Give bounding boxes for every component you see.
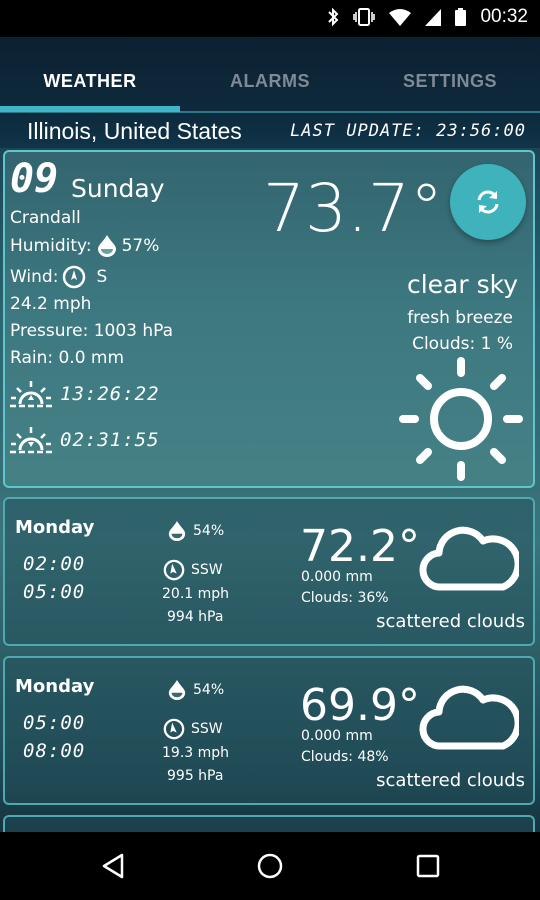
forecast-day: Monday	[15, 676, 95, 697]
humidity-label: Humidity:	[10, 236, 92, 256]
location-label: Illinois, United States	[27, 118, 242, 144]
forecast-rain: 0.000 mm	[301, 728, 373, 744]
tab-settings[interactable]: SETTINGS	[360, 37, 540, 115]
forecast-pressure: 994 hPa	[167, 609, 224, 625]
last-update: LAST UPDATE: 23:56:00	[290, 121, 526, 141]
wifi-icon	[389, 8, 412, 26]
forecast-clouds: Clouds: 48%	[301, 749, 389, 765]
bluetooth-icon	[328, 7, 339, 27]
sunset-time: 02:31:55	[60, 429, 160, 451]
drop-icon	[168, 521, 186, 541]
cloud-icon	[419, 685, 519, 750]
drop-icon	[97, 235, 116, 257]
forecast-card[interactable]: Monday 05:00 08:00 54% SSW 19.3 mph 995 …	[3, 656, 535, 805]
location-bar: Illinois, United States LAST UPDATE: 23:…	[0, 115, 540, 148]
forecast-day: Monday	[15, 517, 95, 538]
sun-icon	[399, 357, 523, 481]
wind-direction-icon	[163, 559, 185, 581]
drop-icon	[168, 680, 186, 700]
sunset-row: 02:31:55	[8, 424, 160, 456]
forecast-time-to: 05:00	[23, 581, 86, 603]
forecast-humidity: 54%	[167, 678, 224, 702]
forecast-humidity-value: 54%	[193, 682, 225, 698]
forecast-time-to: 08:00	[23, 740, 86, 762]
refresh-icon	[477, 190, 499, 214]
sunrise-time: 13:26:22	[60, 383, 160, 405]
weather-description: clear sky	[406, 270, 518, 299]
forecast-time-from: 05:00	[23, 712, 86, 734]
wind-direction-icon	[163, 718, 185, 740]
humidity-value: 57%	[121, 236, 160, 256]
refresh-button[interactable]	[450, 164, 526, 240]
forecast-wind-speed: 20.1 mph	[162, 586, 230, 602]
signal-icon	[425, 8, 442, 26]
wind-row: Wind: S	[10, 265, 107, 289]
wind-speed: 24.2 mph	[10, 294, 92, 314]
cloud-coverage: Clouds: 1 %	[412, 334, 513, 354]
wind-description: fresh breeze	[407, 308, 513, 328]
forecast-description: scattered clouds	[376, 611, 525, 632]
pressure: Pressure: 1003 hPa	[10, 321, 174, 341]
status-bar: 00:32	[0, 0, 540, 37]
forecast-description: scattered clouds	[376, 770, 525, 791]
back-icon[interactable]	[100, 852, 126, 880]
forecast-wind: SSW	[163, 559, 223, 581]
forecast-wind: SSW	[163, 718, 223, 740]
tab-alarms[interactable]: ALARMS	[180, 37, 360, 115]
humidity-row: Humidity: 57%	[10, 234, 159, 258]
current-weather-card: 09 Sunday Crandall Humidity: 57% Wind: S…	[3, 150, 535, 488]
day-number: 09	[10, 156, 59, 202]
sunrise-icon	[10, 381, 52, 408]
tab-weather[interactable]: WEATHER	[0, 37, 180, 115]
navigation-bar	[0, 832, 540, 900]
forecast-temperature: 69.9°	[300, 680, 420, 731]
forecast-temperature: 72.2°	[300, 521, 420, 572]
status-time: 00:32	[480, 6, 528, 27]
city-name: Crandall	[10, 208, 81, 228]
forecast-humidity-value: 54%	[193, 523, 225, 539]
wind-direction: S	[96, 267, 108, 287]
forecast-card[interactable]: Monday 02:00 05:00 54% SSW 20.1 mph 994 …	[3, 497, 535, 646]
forecast-wind-speed: 19.3 mph	[162, 745, 230, 761]
forecast-wind-dir: SSW	[191, 721, 223, 737]
rain: Rain: 0.0 mm	[10, 348, 125, 368]
recents-icon[interactable]	[415, 853, 441, 879]
cloud-icon	[419, 526, 519, 591]
vibrate-icon	[353, 8, 376, 26]
current-temperature: 73.7°	[263, 170, 443, 247]
forecast-pressure: 995 hPa	[167, 768, 224, 784]
forecast-time-from: 02:00	[23, 553, 86, 575]
forecast-wind-dir: SSW	[191, 562, 223, 578]
wind-direction-icon	[63, 265, 86, 289]
tab-bar: WEATHER ALARMS SETTINGS	[0, 37, 540, 115]
tab-indicator	[0, 106, 180, 112]
forecast-clouds: Clouds: 36%	[301, 590, 389, 606]
sunrise-row: 13:26:22	[8, 378, 160, 410]
sunset-icon	[10, 427, 52, 454]
forecast-rain: 0.000 mm	[301, 569, 373, 585]
battery-icon	[455, 8, 467, 26]
day-name: Sunday	[71, 174, 165, 203]
home-icon[interactable]	[256, 852, 284, 880]
forecast-humidity: 54%	[167, 519, 224, 543]
wind-label: Wind:	[10, 267, 59, 287]
